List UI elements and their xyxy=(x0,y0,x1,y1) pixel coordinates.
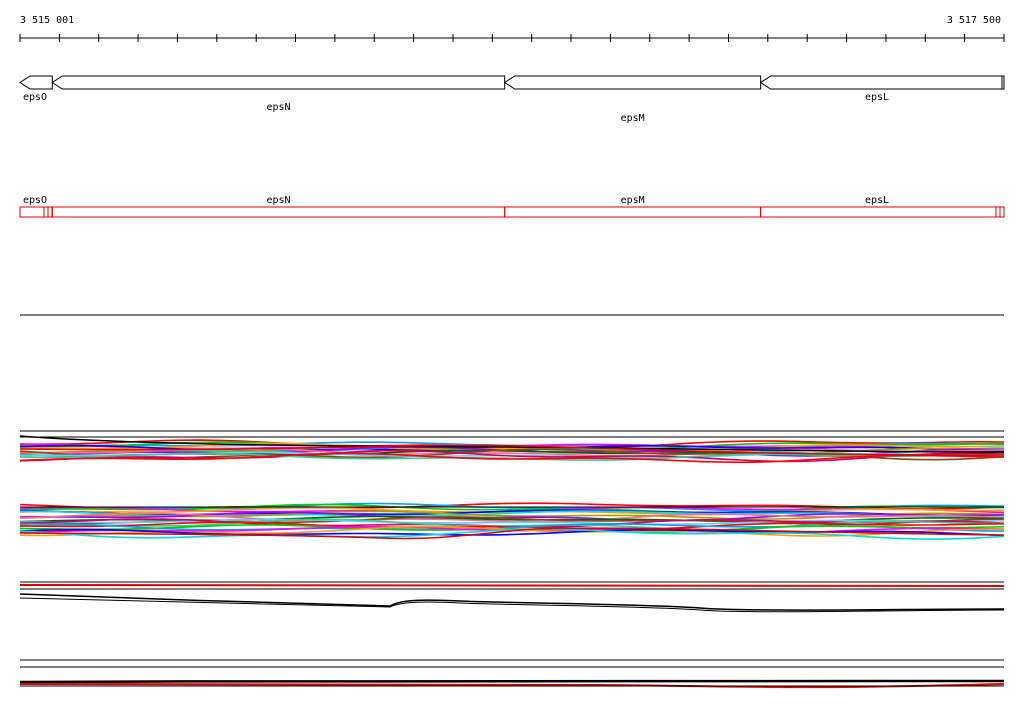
gene-arrow-epsm[interactable] xyxy=(503,75,762,90)
feature-box-epsm[interactable] xyxy=(504,206,762,218)
gene-label-epsm: epsM xyxy=(621,113,645,124)
ruler-start-label: 3 515 001 xyxy=(20,15,74,26)
gene-arrow-epsl[interactable] xyxy=(759,75,1005,90)
feature-label-epsl: epsL xyxy=(865,195,889,206)
genome-browser-view: 3 515 001 3 517 500 epsO epsN epsM epsL eps… xyxy=(19,15,1005,689)
expression-profile-tracks xyxy=(19,430,1005,689)
feature-label-epsm: epsM xyxy=(621,195,645,206)
feature-label-epsn: epsN xyxy=(266,195,290,206)
feature-box-epsn[interactable] xyxy=(51,206,506,218)
ruler-end-label: 3 517 500 xyxy=(947,15,1001,26)
gene-arrow-epsn[interactable] xyxy=(51,75,506,90)
feature-box-epso[interactable] xyxy=(19,206,53,218)
profile-line xyxy=(19,679,1005,684)
feature-box-epsl[interactable] xyxy=(760,206,1005,218)
gene-label-epsl: epsL xyxy=(865,92,889,103)
gene-label-epsn: epsN xyxy=(266,102,290,113)
feature-track: epsO epsN epsM epsL xyxy=(19,195,1005,218)
feature-label-epso: epsO xyxy=(23,195,47,206)
coordinate-ruler: 3 515 001 3 517 500 xyxy=(19,15,1005,42)
gene-arrow-epso[interactable] xyxy=(19,75,53,90)
gene-label-epso: epsO xyxy=(23,92,47,103)
profile-line xyxy=(19,583,1005,587)
gene-track: epsO epsN epsM epsL xyxy=(19,75,1005,124)
